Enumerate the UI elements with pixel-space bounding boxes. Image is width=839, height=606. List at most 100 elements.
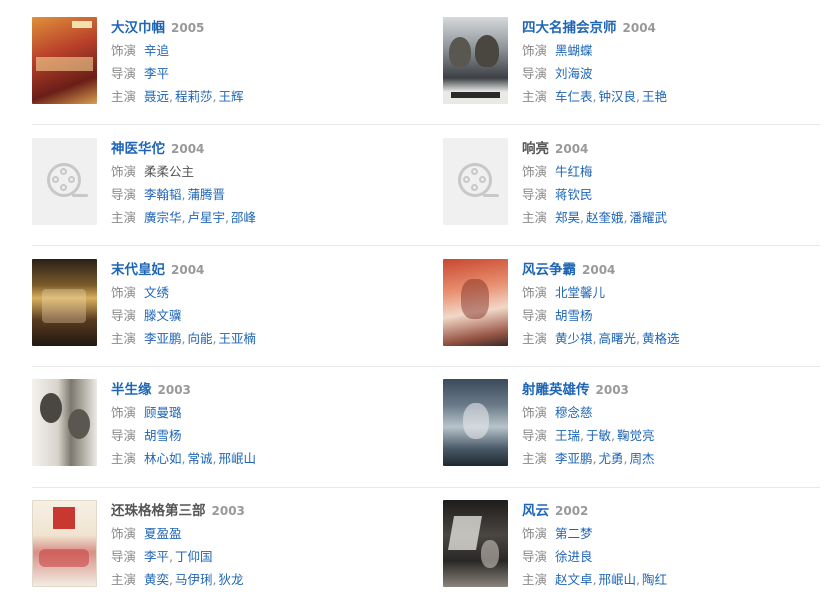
cast-member[interactable]: 车仁表 bbox=[555, 89, 593, 104]
movie-item: 末代皇妃 2004 饰演 文绣 导演 滕文骥 主演 李亚鹏, 向能, 王亚楠 bbox=[32, 259, 412, 349]
cast-member[interactable]: 林心如 bbox=[144, 451, 182, 466]
movie-title[interactable]: 风云 bbox=[522, 503, 549, 519]
cast-member[interactable]: 向能 bbox=[188, 331, 213, 346]
cast-member[interactable]: 赵奎娥 bbox=[586, 210, 624, 225]
cast-member[interactable]: 马伊琍 bbox=[175, 572, 213, 587]
cast-member[interactable]: 卢星宇 bbox=[188, 210, 226, 225]
row-divider bbox=[32, 487, 820, 488]
director-name[interactable]: 胡雪杨 bbox=[555, 308, 593, 323]
director-label: 导演 bbox=[522, 549, 548, 564]
role-name[interactable]: 第二梦 bbox=[555, 526, 593, 541]
movie-title[interactable]: 大汉巾帼 bbox=[111, 20, 165, 36]
director-label: 导演 bbox=[111, 187, 137, 202]
role-label: 饰演 bbox=[522, 405, 548, 420]
movie-title[interactable]: 响亮 bbox=[522, 141, 549, 157]
movie-poster[interactable] bbox=[32, 379, 97, 466]
cast-member[interactable]: 高曙光 bbox=[599, 331, 637, 346]
cast-member[interactable]: 尤勇 bbox=[599, 451, 624, 466]
cast-member[interactable]: 狄龙 bbox=[219, 572, 244, 587]
role-name[interactable]: 穆念慈 bbox=[555, 405, 593, 420]
cast-member[interactable]: 邢岷山 bbox=[599, 572, 637, 587]
cast-member[interactable]: 黄少祺 bbox=[555, 331, 593, 346]
director-name[interactable]: 李平 bbox=[144, 66, 169, 81]
role-name[interactable]: 文绣 bbox=[144, 285, 169, 300]
movie-title[interactable]: 四大名捕会京师 bbox=[522, 20, 617, 36]
role-name[interactable]: 辛追 bbox=[144, 43, 169, 58]
cast-member[interactable]: 常诚 bbox=[188, 451, 213, 466]
cast-member[interactable]: 郑昊 bbox=[555, 210, 580, 225]
film-reel-icon bbox=[458, 163, 492, 197]
director-name[interactable]: 刘海波 bbox=[555, 66, 593, 81]
director-name[interactable]: 丁仰国 bbox=[175, 549, 213, 564]
film-reel-icon bbox=[47, 163, 81, 197]
movie-item: 大汉巾帼 2005 饰演 辛追 导演 李平 主演 聂远, 程莉莎, 王辉 bbox=[32, 17, 412, 107]
role-name[interactable]: 黑蝴蝶 bbox=[555, 43, 593, 58]
cast-member[interactable]: 李亚鹏 bbox=[144, 331, 182, 346]
director-name[interactable]: 蒋钦民 bbox=[555, 187, 593, 202]
movie-poster[interactable] bbox=[443, 379, 508, 466]
poster-placeholder[interactable] bbox=[32, 138, 97, 225]
cast-label: 主演 bbox=[522, 451, 548, 466]
movie-poster[interactable] bbox=[443, 17, 508, 104]
movie-title[interactable]: 还珠格格第三部 bbox=[111, 503, 206, 519]
movie-item: 神医华佗 2004 饰演 柔柔公主 导演 李翰韬, 蒲腾晋 主演 廣宗华, 卢星宇, 邵峰 bbox=[32, 138, 412, 228]
movie-title[interactable]: 射雕英雄传 bbox=[522, 382, 590, 398]
cast-member[interactable]: 赵文卓 bbox=[555, 572, 593, 587]
role-name[interactable]: 夏盈盈 bbox=[144, 526, 182, 541]
director-name[interactable]: 李翰韬 bbox=[144, 187, 182, 202]
movie-poster[interactable] bbox=[443, 259, 508, 346]
director-label: 导演 bbox=[522, 308, 548, 323]
cast-member[interactable]: 王艳 bbox=[642, 89, 667, 104]
role-label: 饰演 bbox=[111, 164, 137, 179]
role-label: 饰演 bbox=[522, 285, 548, 300]
cast-member[interactable]: 廣宗华 bbox=[144, 210, 182, 225]
director-label: 导演 bbox=[522, 187, 548, 202]
cast-member[interactable]: 周杰 bbox=[630, 451, 655, 466]
cast-member[interactable]: 邵峰 bbox=[231, 210, 256, 225]
cast-label: 主演 bbox=[111, 572, 137, 587]
movie-item: 还珠格格第三部 2003 饰演 夏盈盈 导演 李平, 丁仰国 主演 黄奕, 马伊琍, 狄龙 bbox=[32, 500, 412, 590]
cast-member[interactable]: 黄格选 bbox=[642, 331, 680, 346]
movie-title[interactable]: 末代皇妃 bbox=[111, 262, 165, 278]
director-name[interactable]: 胡雪杨 bbox=[144, 428, 182, 443]
cast-member[interactable]: 黄奕 bbox=[144, 572, 169, 587]
director-name[interactable]: 于敏 bbox=[586, 428, 611, 443]
director-name[interactable]: 徐进良 bbox=[555, 549, 593, 564]
director-name[interactable]: 鞠觉亮 bbox=[617, 428, 655, 443]
cast-member[interactable]: 陶红 bbox=[642, 572, 667, 587]
role-name: 柔柔公主 bbox=[144, 164, 195, 179]
role-name[interactable]: 北堂馨儿 bbox=[555, 285, 605, 300]
cast-member[interactable]: 潘耀武 bbox=[630, 210, 668, 225]
cast-member[interactable]: 李亚鹏 bbox=[555, 451, 593, 466]
poster-placeholder[interactable] bbox=[443, 138, 508, 225]
cast-member[interactable]: 聂远 bbox=[144, 89, 169, 104]
movie-title[interactable]: 半生缘 bbox=[111, 382, 152, 398]
cast-label: 主演 bbox=[522, 572, 548, 587]
movie-title[interactable]: 神医华佗 bbox=[111, 141, 165, 157]
movie-poster[interactable] bbox=[443, 500, 508, 587]
movie-poster[interactable] bbox=[32, 500, 97, 587]
role-name[interactable]: 牛红梅 bbox=[555, 164, 593, 179]
movie-year: 2002 bbox=[555, 504, 589, 518]
cast-member[interactable]: 邢岷山 bbox=[219, 451, 257, 466]
cast-member[interactable]: 王辉 bbox=[219, 89, 244, 104]
director-label: 导演 bbox=[111, 66, 137, 81]
cast-label: 主演 bbox=[522, 210, 548, 225]
director-name[interactable]: 李平 bbox=[144, 549, 169, 564]
movie-year: 2004 bbox=[171, 142, 205, 156]
director-label: 导演 bbox=[111, 308, 137, 323]
director-name[interactable]: 王瑞 bbox=[555, 428, 580, 443]
director-name[interactable]: 蒲腾晋 bbox=[188, 187, 226, 202]
cast-member[interactable]: 钟汉良 bbox=[599, 89, 637, 104]
cast-member[interactable]: 程莉莎 bbox=[175, 89, 213, 104]
role-name[interactable]: 顾曼璐 bbox=[144, 405, 182, 420]
movie-poster[interactable] bbox=[32, 259, 97, 346]
movie-title[interactable]: 风云争霸 bbox=[522, 262, 576, 278]
movie-year: 2004 bbox=[555, 142, 589, 156]
movie-poster[interactable] bbox=[32, 17, 97, 104]
cast-label: 主演 bbox=[111, 451, 137, 466]
cast-label: 主演 bbox=[522, 89, 548, 104]
cast-member[interactable]: 王亚楠 bbox=[219, 331, 257, 346]
movie-year: 2004 bbox=[622, 21, 656, 35]
director-name[interactable]: 滕文骥 bbox=[144, 308, 182, 323]
